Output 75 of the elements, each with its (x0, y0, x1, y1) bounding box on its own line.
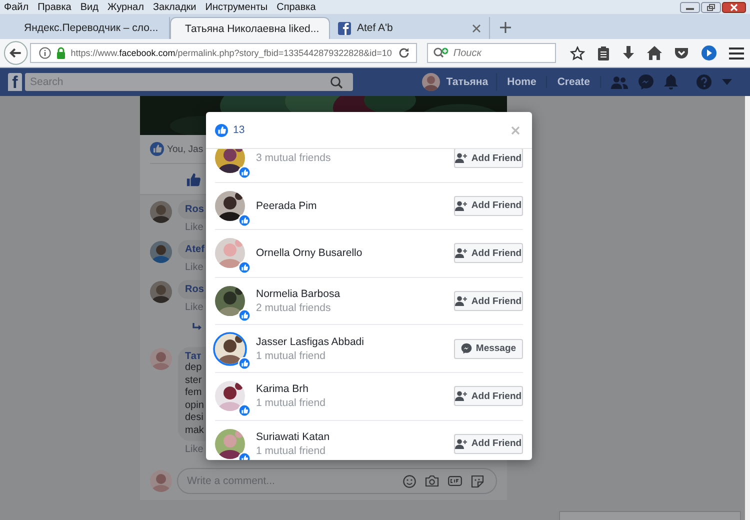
messenger-icon (460, 343, 472, 354)
scrollbar[interactable] (745, 96, 750, 520)
like-badge-icon (238, 166, 251, 180)
camera-icon[interactable] (425, 475, 439, 487)
like-badge-icon (238, 309, 251, 322)
like-badge-icon (238, 214, 251, 227)
person-name[interactable]: Ornella Orny Busarello (256, 247, 454, 260)
person-name[interactable]: Peerada Pim (256, 200, 454, 212)
new-tab-icon[interactable] (500, 22, 511, 33)
like-icon[interactable] (186, 172, 201, 186)
add-person-icon (455, 296, 468, 306)
add-friend-button[interactable]: Add Friend (454, 291, 523, 312)
comment-text: dep (185, 362, 202, 374)
nav-link[interactable]: Create (547, 76, 601, 88)
info-icon[interactable] (38, 47, 51, 59)
person-name[interactable]: Suriawati Katan (256, 430, 454, 443)
home-icon[interactable] (647, 46, 662, 60)
menu-item[interactable]: Журнал (107, 2, 144, 12)
person-name[interactable]: Normelia Barbosa (256, 288, 454, 300)
pocket-icon[interactable] (674, 46, 689, 60)
menu-icon[interactable] (729, 46, 744, 60)
search-field[interactable]: Поиск (427, 43, 556, 63)
person-name[interactable]: Jasser Lasfigas Abbadi (256, 336, 454, 348)
close-tab-icon[interactable] (472, 24, 481, 32)
add-person-icon (455, 153, 468, 164)
reaction-count[interactable]: 13 (233, 124, 245, 136)
reply-arrow-icon[interactable] (192, 323, 202, 332)
emoji-icon[interactable] (403, 474, 416, 488)
address-field[interactable]: https://www.facebook.com/permalink.php?story_fbid=1335442879322828&id=10 (30, 43, 418, 63)
menu-item[interactable]: Файл (4, 2, 29, 12)
menu-item[interactable]: Закладки (152, 2, 196, 12)
lock-icon (56, 47, 66, 59)
like-icon (150, 142, 164, 156)
restore-icon[interactable] (701, 2, 721, 12)
comment-text: fem (185, 387, 202, 400)
comment-text: ster (185, 374, 202, 387)
add-friend-button[interactable]: Add Friend (454, 196, 523, 216)
menu-item[interactable]: Справка (276, 2, 316, 12)
search-icon[interactable] (330, 76, 343, 88)
like-icon[interactable] (215, 124, 228, 136)
profile-link[interactable]: Татьяна (422, 73, 498, 91)
back-icon[interactable] (4, 41, 28, 65)
add-friend-button[interactable]: Add Friend (454, 386, 523, 406)
add-person-icon (455, 438, 468, 449)
site-icon (338, 22, 351, 34)
likes-summary[interactable]: You, Jas (167, 144, 204, 154)
browser-tab[interactable]: Татьяна Николаевна liked... (170, 17, 330, 39)
person-name[interactable]: Karima Brh (256, 383, 454, 396)
clipboard-icon[interactable] (597, 46, 610, 60)
add-friend-button[interactable]: Add Friend (454, 243, 523, 264)
like-badge-icon (238, 356, 251, 370)
logo[interactable]: f (8, 73, 22, 91)
comment-text: opin (185, 400, 204, 412)
star-icon[interactable] (570, 46, 585, 60)
download-icon[interactable] (622, 46, 635, 60)
menu-item[interactable]: Правка (38, 2, 72, 12)
add-person-icon (455, 248, 468, 258)
comment-text: desi (185, 412, 204, 424)
reload-icon[interactable] (398, 47, 410, 59)
add-person-icon (455, 391, 468, 402)
sticker-icon[interactable] (471, 474, 484, 488)
message-button[interactable]: Message (454, 338, 523, 359)
add-friend-button[interactable]: Add Friend (454, 434, 523, 454)
nav-link[interactable]: Home (497, 76, 548, 88)
comment-text: mak (185, 424, 204, 437)
add-person-icon (455, 200, 468, 211)
gif-icon[interactable] (448, 475, 462, 487)
add-friend-button[interactable]: Add Friend (454, 149, 523, 168)
menu-item[interactable]: Инструменты (205, 2, 268, 12)
like-badge-icon (238, 261, 251, 274)
minimize-icon[interactable] (680, 2, 700, 12)
menu-item[interactable]: Вид (80, 2, 98, 12)
like-badge-icon (238, 404, 251, 418)
close-icon[interactable] (722, 2, 746, 12)
search-icon (433, 47, 450, 59)
